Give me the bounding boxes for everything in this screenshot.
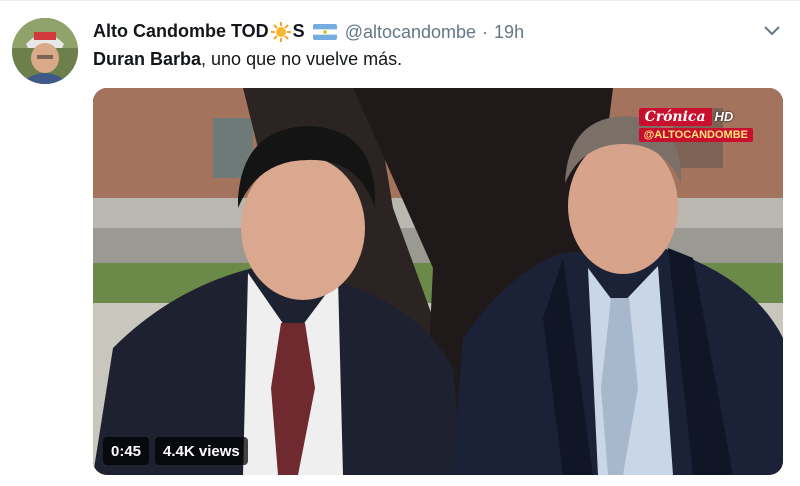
tweet-text-body: , uno que no vuelve más. [201,49,403,69]
tweet[interactable]: Alto Candombe TOD S @altocandombe · 19h D… [0,0,800,486]
channel-watermark: Crónica HD @ALTOCANDOMBE [638,108,753,142]
watermark-handle: @ALTOCANDOMBE [638,128,753,142]
watermark-brand: Crónica [638,108,712,126]
tweet-text-mention: Duran Barba [93,49,202,69]
video-player[interactable]: Crónica HD @ALTOCANDOMBE 0:45 4.4K views [93,88,783,475]
sun-emoji-icon [270,22,291,43]
timestamp[interactable]: 19h [494,22,524,43]
separator-dot: · [482,21,489,42]
user-handle[interactable]: @altocandombe [345,22,476,43]
video-duration: 0:45 [103,437,150,465]
avatar[interactable] [12,18,78,84]
tweet-header: Alto Candombe TOD S @altocandombe · 19h [93,19,524,45]
chevron-down-icon[interactable] [762,23,782,39]
video-views: 4.4K views [155,437,248,465]
tweet-text: Duran Barba, uno que no vuelve más. [93,49,402,70]
argentina-flag-icon [312,24,337,40]
watermark-hd: HD [714,109,734,124]
display-name[interactable]: Alto Candombe TOD S [93,21,305,43]
video-frame [93,88,783,475]
